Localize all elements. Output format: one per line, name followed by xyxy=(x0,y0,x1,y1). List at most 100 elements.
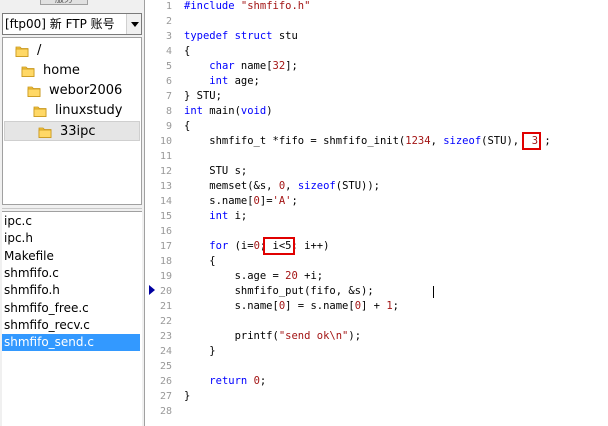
code-line: { xyxy=(184,254,216,269)
code-line: shmfifo_t *fifo = shmfifo_init(1234, siz… xyxy=(184,132,551,150)
line-number: 2 xyxy=(165,16,172,27)
code-token: 32 xyxy=(272,60,286,72)
file-item[interactable]: ipc.h xyxy=(2,230,140,247)
code-token: int xyxy=(209,75,229,87)
code-token: #include xyxy=(184,0,241,12)
code-token: sizeof xyxy=(297,180,336,192)
code-token: ; xyxy=(291,195,298,207)
folder-icon xyxy=(15,44,29,58)
file-item[interactable]: shmfifo.h xyxy=(2,282,140,299)
panel-divider[interactable] xyxy=(2,208,142,209)
text-caret xyxy=(433,286,434,298)
code-line: #include "shmfifo.h" xyxy=(184,0,310,14)
code-line: int i; xyxy=(184,209,247,224)
code-token: ] = s.name[ xyxy=(285,300,355,312)
code-token: , xyxy=(285,180,298,192)
directory-tree: / home webor2006 linuxstudy 33ipc xyxy=(2,37,142,205)
code-line: int main(void) xyxy=(184,104,273,119)
highlighted-condition: i<5 xyxy=(263,237,295,255)
code-token: STU s; xyxy=(184,165,248,177)
line-number: 3 xyxy=(165,31,172,42)
line-number: 28 xyxy=(159,406,172,417)
tree-node[interactable]: 33ipc xyxy=(4,121,140,141)
line-number: 20 xyxy=(159,286,172,297)
code-line: for (i=0; i<5; i++) xyxy=(184,237,330,255)
code-token: 'A' xyxy=(272,195,292,207)
chevron-down-icon[interactable] xyxy=(126,14,141,34)
code-token: main( xyxy=(202,105,241,117)
code-token: s.age = xyxy=(184,270,286,282)
code-line: } xyxy=(184,344,216,359)
code-line: { xyxy=(184,119,190,134)
code-token: { xyxy=(184,45,191,57)
line-number: 25 xyxy=(159,361,172,372)
code-line: shmfifo_put(fifo, &s); xyxy=(184,284,374,299)
code-token: i; xyxy=(228,210,248,222)
file-item[interactable]: Makefile xyxy=(2,248,140,265)
folder-icon xyxy=(38,125,52,139)
code-token: "send ok\n" xyxy=(278,330,349,342)
tree-node-label: home xyxy=(43,63,80,78)
code-token: stu xyxy=(272,30,298,42)
code-token: typedef struct xyxy=(184,30,273,42)
line-number: 26 xyxy=(159,376,172,387)
code-token: memset(&s, xyxy=(184,180,279,192)
code-token: (STU)); xyxy=(335,180,381,192)
code-editor[interactable]: 1 2 3 4 5 6 7 8 9 10 11 12 13 14 15 16 17 18 19 20 21 22 23 24 2… xyxy=(146,0,608,426)
code-token: ); xyxy=(348,330,362,342)
code-token: int xyxy=(209,210,229,222)
code-line: int age; xyxy=(184,74,260,89)
code-token: for xyxy=(209,240,229,252)
line-number: 7 xyxy=(165,91,172,102)
code-token: ; i++) xyxy=(291,240,330,252)
code-token: (i= xyxy=(228,240,254,252)
code-token: ) xyxy=(266,105,273,117)
panel-tab[interactable]: 服务 xyxy=(40,0,88,5)
line-number: 4 xyxy=(165,46,172,57)
code-token: ] + xyxy=(361,300,387,312)
ftp-account-select[interactable]: [ftp00] 新 FTP 账号 xyxy=(2,13,142,35)
line-number: 18 xyxy=(159,256,172,267)
code-token: { xyxy=(184,120,191,132)
line-number: 14 xyxy=(159,196,172,207)
code-line: return 0; xyxy=(184,374,266,389)
file-list: ipc.c ipc.h Makefile shmfifo.c shmfifo.h shmf… xyxy=(2,211,142,426)
line-number: 15 xyxy=(159,211,172,222)
code-token: (STU), xyxy=(481,135,526,147)
code-token: sizeof xyxy=(443,135,482,147)
file-item[interactable]: shmfifo.c xyxy=(2,265,140,282)
code-token: ; xyxy=(392,300,399,312)
folder-icon xyxy=(33,104,47,118)
code-token: , xyxy=(430,135,444,147)
file-item[interactable]: shmfifo_free.c xyxy=(2,300,140,317)
file-item[interactable]: ipc.c xyxy=(2,213,140,230)
line-number: 5 xyxy=(165,61,172,72)
panel-tab-label: 服务 xyxy=(54,0,73,5)
folder-icon xyxy=(27,84,41,98)
line-number: 8 xyxy=(165,106,172,117)
code-area[interactable]: #include "shmfifo.h" typedef struct stu{ … xyxy=(184,0,608,426)
tree-node-label: linuxstudy xyxy=(55,103,123,118)
code-line: STU s; xyxy=(184,164,247,179)
tree-node-label: 33ipc xyxy=(60,124,96,139)
code-line: char name[32]; xyxy=(184,59,298,74)
line-number: 1 xyxy=(165,1,172,12)
code-line: } xyxy=(184,389,190,404)
folder-icon xyxy=(21,64,35,78)
code-token: } xyxy=(184,390,191,402)
code-token: int xyxy=(184,105,203,117)
code-token: shmfifo_put(fifo, &s); xyxy=(184,285,374,297)
code-token: ]; xyxy=(285,60,298,72)
line-number: 19 xyxy=(159,271,172,282)
ftp-account-value: [ftp00] 新 FTP 账号 xyxy=(5,17,115,31)
line-number: 9 xyxy=(165,121,172,132)
code-token: { xyxy=(184,255,216,267)
line-number: 27 xyxy=(159,391,172,402)
code-token: } xyxy=(184,345,216,357)
file-item[interactable]: shmfifo_send.c xyxy=(2,334,140,352)
code-line: printf("send ok\n"); xyxy=(184,329,361,344)
line-number-gutter: 1 2 3 4 5 6 7 8 9 10 11 12 13 14 15 16 17 18 19 20 21 22 23 24 2… xyxy=(146,0,176,426)
file-item[interactable]: shmfifo_recv.c xyxy=(2,317,140,334)
